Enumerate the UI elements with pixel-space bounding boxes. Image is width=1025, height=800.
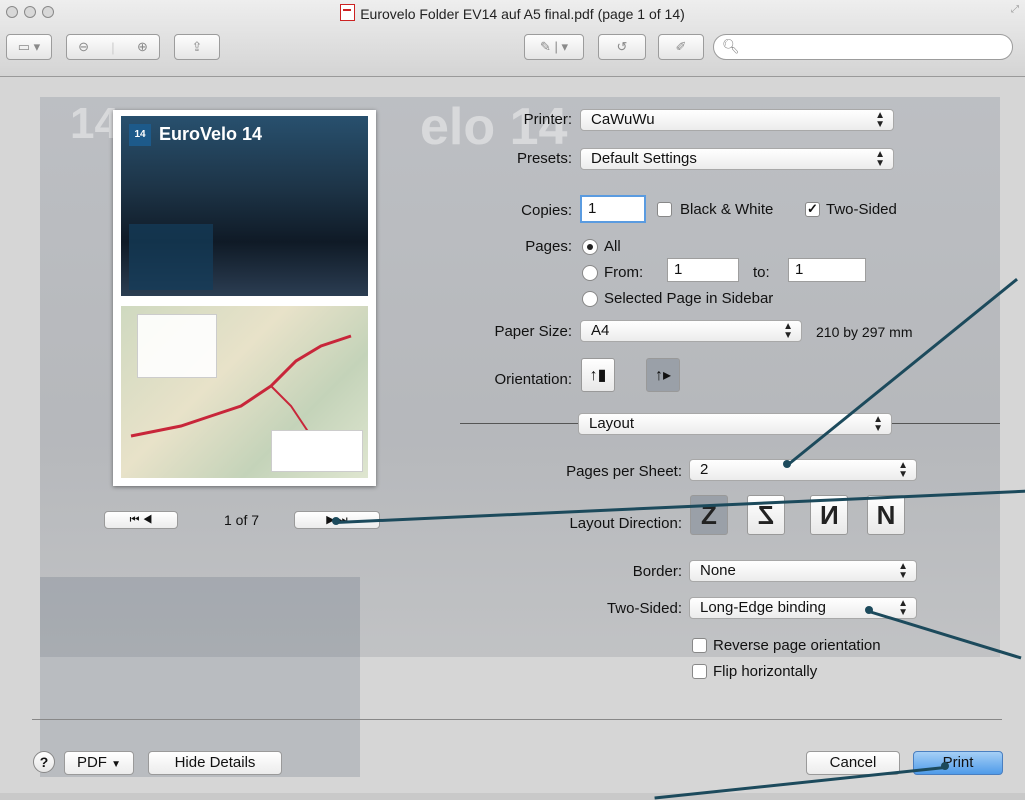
two-sided-label: Two-Sided <box>826 201 897 218</box>
from-page-field[interactable]: 1 <box>667 258 739 282</box>
pdf-label: PDF <box>76 754 107 771</box>
window-titlebar: Eurovelo Folder EV14 auf A5 final.pdf (p… <box>0 0 1025 77</box>
section-divider-right <box>892 423 1000 424</box>
presets-popup[interactable]: Default Settings ▲ ▼ <box>580 148 894 170</box>
background-text: 14 <box>70 99 119 148</box>
flip-horizontally-label: Flip horizontally <box>713 663 818 680</box>
preview-page-counter: 1 of 7 <box>224 512 260 528</box>
zoom-in-icon[interactable]: ⊕ <box>137 39 148 55</box>
print-preview: 14 EuroVelo 14 <box>113 110 376 486</box>
pages-per-sheet-label: Pages per Sheet: <box>566 463 682 480</box>
paper-size-dims: 210 by 297 mm <box>816 324 913 340</box>
border-popup[interactable]: None ▲ ▼ <box>689 560 917 582</box>
callout-dot-next-page <box>332 517 340 525</box>
pages-from-label: From: <box>604 264 644 281</box>
paper-size-value: A4 <box>591 322 610 339</box>
reverse-orientation-label: Reverse page orientation <box>713 637 881 654</box>
annotate-button[interactable]: ✎ | ▾ <box>524 34 584 60</box>
edit-icon: ✐ <box>675 39 687 54</box>
share-button[interactable]: ⇪ <box>174 34 220 60</box>
pages-label: Pages: <box>525 238 572 255</box>
map-legend <box>137 314 217 378</box>
callout-dot-two-sided <box>865 606 873 614</box>
copies-field[interactable]: 1 <box>580 195 646 223</box>
hide-details-button[interactable]: Hide Details <box>148 751 282 775</box>
section-divider-left <box>460 423 578 424</box>
preview-map <box>121 306 368 478</box>
help-button[interactable]: ? <box>33 751 55 773</box>
search-input[interactable]: 🔍︎ <box>713 34 1013 60</box>
fullscreen-icon[interactable]: ⤢ <box>1011 4 1019 15</box>
pages-per-sheet-popup[interactable]: 2 ▲ ▼ <box>689 459 917 481</box>
section-value: Layout <box>589 415 635 432</box>
preview-headline: EuroVelo 14 <box>159 124 263 144</box>
paper-size-label: Paper Size: <box>494 323 572 340</box>
pages-to-label: to: <box>753 264 770 281</box>
pages-all-radio[interactable] <box>582 239 598 255</box>
pages-per-sheet-value: 2 <box>700 461 709 478</box>
landscape-icon: ↑▸ <box>654 367 672 384</box>
layout-n-icon: N <box>876 499 896 530</box>
layout-direction-n-button[interactable]: N <box>867 495 905 535</box>
black-white-checkbox[interactable] <box>657 202 672 217</box>
chevron-down-icon: ▼ <box>111 759 122 770</box>
sidebar-toggle-button[interactable]: ▭ ▾ <box>6 34 52 60</box>
pages-from-radio[interactable] <box>582 265 598 281</box>
to-page-field[interactable]: 1 <box>788 258 866 282</box>
layout-direction-label: Layout Direction: <box>569 515 682 532</box>
border-label: Border: <box>632 563 682 580</box>
sidebar-icon: ▭ ▾ <box>17 39 41 54</box>
pdf-file-icon <box>340 4 356 21</box>
pdf-menu-button[interactable]: PDF ▼ <box>64 751 134 775</box>
map-contact-box <box>271 430 363 472</box>
callout-dot-pages-per-sheet <box>783 460 791 468</box>
edit-button[interactable]: ✐ <box>658 34 704 60</box>
layout-n-reverse-icon: N <box>819 499 839 530</box>
footer-divider <box>32 719 1002 720</box>
portrait-orientation-button[interactable]: ↑▮ <box>581 358 615 392</box>
rotate-icon: ↺ <box>616 39 628 54</box>
preview-badge: 14 <box>129 124 151 146</box>
preview-info-box <box>129 224 213 290</box>
zoom-out-icon[interactable]: ⊖ <box>78 39 89 55</box>
rotate-button[interactable]: ↺ <box>598 34 646 60</box>
reverse-orientation-checkbox[interactable] <box>692 638 707 653</box>
share-icon: ⇪ <box>191 39 203 54</box>
landscape-orientation-button[interactable]: ↑▸ <box>646 358 680 392</box>
callout-dot-print <box>941 762 949 770</box>
two-sided-setting-value: Long-Edge binding <box>700 599 826 616</box>
background-document-panel <box>40 577 360 777</box>
printer-popup[interactable]: CaWuWu ▲ ▼ <box>580 109 894 131</box>
preview-first-prev-buttons[interactable]: ⏮ ◀ <box>104 511 178 529</box>
portrait-icon: ↑▮ <box>589 367 607 384</box>
black-white-label: Black & White <box>680 201 774 218</box>
two-sided-setting-label: Two-Sided: <box>606 600 682 617</box>
layout-direction-z-button[interactable]: Z <box>690 495 728 535</box>
zoom-buttons[interactable]: ⊖ | ⊕ <box>66 34 160 60</box>
pages-all-label: All <box>604 238 621 255</box>
flip-horizontally-checkbox[interactable] <box>692 664 707 679</box>
annotate-icon: ✎ | ▾ <box>539 39 569 54</box>
window-title: Eurovelo Folder EV14 auf A5 final.pdf (p… <box>0 4 1025 22</box>
selected-page-label: Selected Page in Sidebar <box>604 290 774 307</box>
printer-label: Printer: <box>523 111 572 128</box>
paper-size-popup[interactable]: A4 ▲ ▼ <box>580 320 802 342</box>
border-value: None <box>700 562 736 579</box>
print-button[interactable]: Print <box>913 751 1003 775</box>
presets-value: Default Settings <box>591 150 697 167</box>
preview-cover-image: 14 EuroVelo 14 <box>121 116 368 296</box>
selected-page-radio[interactable] <box>582 291 598 307</box>
search-icon: 🔍︎ <box>722 38 740 54</box>
printer-value: CaWuWu <box>591 111 655 128</box>
two-sided-checkbox[interactable]: ✓ <box>805 202 820 217</box>
orientation-label: Orientation: <box>494 371 572 388</box>
copies-label: Copies: <box>521 202 572 219</box>
presets-label: Presets: <box>516 150 572 167</box>
